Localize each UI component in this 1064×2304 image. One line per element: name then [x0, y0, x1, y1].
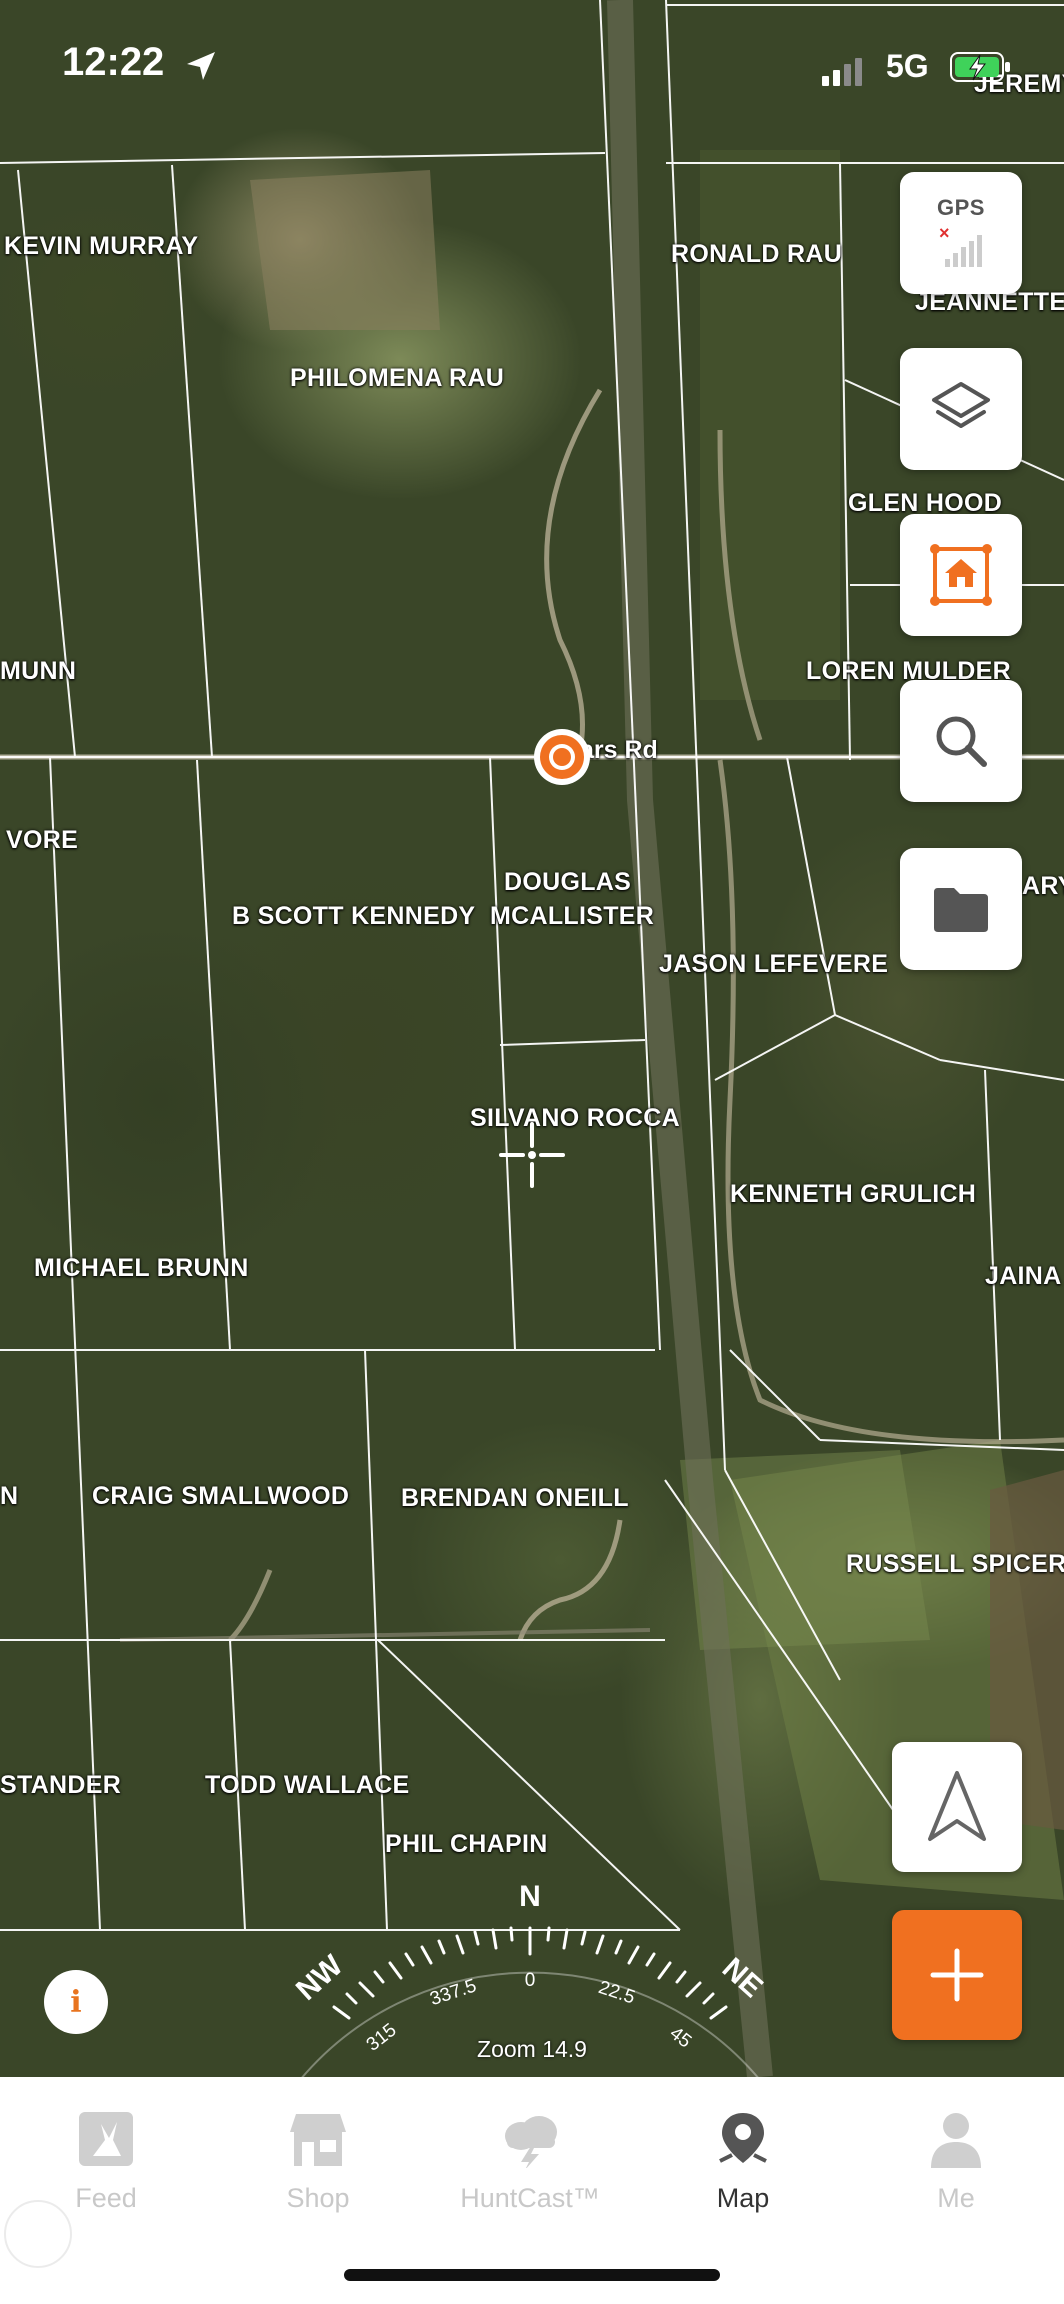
- property-boundaries-button[interactable]: [900, 514, 1022, 636]
- owner-label: CRAIG SMALLWOOD: [92, 1482, 350, 1510]
- owner-label: KENNETH GRULICH: [730, 1180, 977, 1208]
- tab-label: Shop: [286, 2183, 350, 2213]
- owner-label: DOUGLAS: [504, 868, 632, 896]
- home-indicator: [344, 2269, 720, 2281]
- owner-label: MICHAEL BRUNN: [34, 1254, 249, 1282]
- owner-label: RUSSELL SPICER: [846, 1550, 1064, 1578]
- tab-feed[interactable]: Feed: [16, 2107, 196, 2214]
- owner-label: KEVIN MURRAY: [4, 232, 199, 260]
- owner-label: RONALD RAU: [671, 240, 843, 268]
- shop-icon: [290, 2114, 346, 2166]
- owner-label: JAINA: [985, 1262, 1062, 1290]
- tab-me[interactable]: Me: [866, 2107, 1046, 2214]
- person-icon: [931, 2113, 981, 2168]
- gps-signal-icon: ×: [939, 223, 982, 267]
- owner-label: STANDER: [0, 1771, 122, 1799]
- owner-label: MUNN: [0, 657, 77, 685]
- feed-icon: [79, 2112, 133, 2166]
- tab-label: Me: [937, 2183, 975, 2213]
- folder-icon: [934, 888, 988, 932]
- recenter-navigation-button[interactable]: [892, 1742, 1022, 1872]
- tab-shop[interactable]: Shop: [228, 2107, 408, 2214]
- compass-tick-label: 0: [525, 1970, 536, 1991]
- network-type: 5G: [886, 48, 929, 84]
- tab-map[interactable]: Map: [653, 2107, 833, 2214]
- tab-label: Map: [716, 2183, 770, 2213]
- weather-icon: [505, 2116, 557, 2168]
- owner-label: TODD WALLACE: [205, 1771, 410, 1799]
- compass-tick-label: 337.5: [427, 1975, 479, 2010]
- cellular-signal-icon: [822, 58, 862, 86]
- owner-label: BRENDAN ONEILL: [401, 1484, 629, 1512]
- home-area-icon: [930, 544, 992, 606]
- watermark-logo: [4, 2200, 72, 2268]
- zoom-level: Zoom 14.9: [477, 2036, 587, 2062]
- add-waypoint-button[interactable]: [892, 1910, 1022, 2040]
- tab-label: HuntCast™: [460, 2183, 600, 2213]
- battery-charging-icon: [950, 52, 1010, 82]
- owner-label: PHILOMENA RAU: [290, 364, 505, 392]
- gps-status-button[interactable]: GPS ×: [900, 172, 1022, 294]
- owner-label: JASON LEFEVERE: [659, 950, 889, 978]
- compass-tick-label: 22.5: [596, 1977, 638, 2008]
- search-icon: [936, 716, 987, 767]
- status-time: 12:22: [62, 40, 165, 84]
- compass-north: N: [519, 1880, 541, 1913]
- svg-text:×: ×: [939, 223, 950, 243]
- search-button[interactable]: [900, 680, 1022, 802]
- compass-northeast: NE: [716, 1952, 769, 2004]
- map-info-button[interactable]: i: [44, 1970, 108, 2034]
- location-services-icon: [187, 52, 215, 80]
- owner-label: VORE: [6, 826, 79, 854]
- tab-huntcast[interactable]: HuntCast™: [440, 2107, 620, 2214]
- status-bar: 12:22 5G: [0, 0, 1064, 130]
- navigation-arrow-icon: [928, 1771, 986, 1841]
- gps-label: GPS: [937, 195, 985, 220]
- owner-label: MCALLISTER: [490, 902, 655, 930]
- owner-label: PHIL CHAPIN: [385, 1830, 548, 1858]
- owner-label: B SCOTT KENNEDY: [232, 902, 476, 930]
- plus-icon: [930, 1948, 984, 2002]
- saved-folder-button[interactable]: [900, 848, 1022, 970]
- compass-northwest: NW: [290, 1948, 350, 2006]
- map-layers-button[interactable]: [900, 348, 1022, 470]
- location-marker-icon[interactable]: [530, 725, 594, 789]
- owner-label: ARY: [1022, 872, 1064, 900]
- map-pin-icon: [719, 2113, 767, 2163]
- owner-label: N: [0, 1482, 19, 1510]
- crosshair-icon: [499, 1122, 565, 1188]
- layers-icon: [932, 382, 990, 428]
